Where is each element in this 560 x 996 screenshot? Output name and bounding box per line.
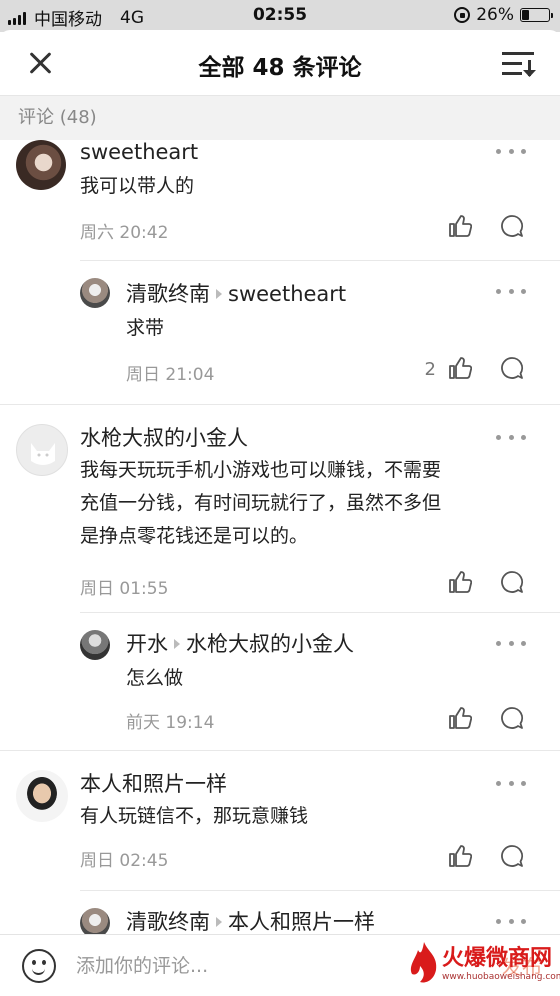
comment-text-line: 我每天玩玩手机小游戏也可以赚钱，不需要 (80, 459, 442, 481)
comment-item: sweetheart 我可以带人的 周六 20:42 (0, 120, 560, 276)
thumbs-up-icon (449, 845, 473, 867)
reply-author[interactable]: 清歌终南 (126, 282, 210, 306)
avatar[interactable] (80, 278, 110, 308)
reply-bubble-icon (501, 215, 523, 237)
reply-item: 清歌终南 sweetheart 求带 周日 21:04 2 (0, 260, 560, 400)
reply-bubble-icon (501, 357, 523, 379)
like-button[interactable] (448, 706, 473, 730)
like-button[interactable] (448, 844, 473, 868)
reply-text: 求带 (126, 317, 165, 339)
comment-username[interactable]: 本人和照片一样 (80, 768, 227, 798)
status-right: 26% (454, 5, 553, 25)
comment-time: 周日 02:45 (80, 851, 169, 871)
reply-bubble-icon (501, 845, 523, 867)
reply-target[interactable]: sweetheart (228, 282, 346, 306)
comment-username[interactable]: sweetheart (80, 140, 198, 164)
reply-arrow-icon (216, 289, 222, 299)
reply-target[interactable]: 水枪大叔的小金人 (186, 632, 354, 656)
reply-target[interactable]: 本人和照片一样 (228, 910, 375, 934)
reply-button[interactable] (500, 844, 524, 868)
emoji-button[interactable] (22, 949, 56, 983)
orientation-lock-icon (454, 7, 471, 23)
reply-time: 周日 21:04 (126, 365, 215, 385)
reply-bubble-icon (501, 707, 523, 729)
comment-time: 周六 20:42 (80, 223, 169, 243)
thumbs-up-icon (449, 571, 473, 593)
reply-button[interactable] (500, 356, 524, 380)
more-options-button[interactable] (496, 289, 526, 299)
status-bar: 中国移动 4G 02:55 26% (0, 0, 560, 32)
reply-arrow-icon (216, 917, 222, 927)
sort-icon (502, 52, 536, 77)
comment-text: 我可以带人的 (80, 175, 195, 197)
comment-item: 水枪大叔的小金人 我每天玩玩手机小游戏也可以赚钱，不需要 充值一分钱，有时间玩就… (0, 404, 560, 613)
thumbs-up-icon (449, 215, 473, 237)
thumbs-up-icon (449, 357, 473, 379)
more-options-button[interactable] (496, 781, 526, 791)
comment-text: 有人玩链信不，那玩意赚钱 (80, 805, 309, 827)
more-options-button[interactable] (496, 919, 526, 929)
comment-text: 我每天玩玩手机小游戏也可以赚钱，不需要 充值一分钱，有时间玩就行了，虽然不多但 … (80, 454, 540, 553)
reply-button[interactable] (500, 570, 524, 594)
comment-text-line: 充值一分钱，有时间玩就行了，虽然不多但 (80, 492, 442, 514)
default-avatar-icon (31, 443, 55, 465)
avatar[interactable] (16, 140, 66, 190)
reply-username[interactable]: 开水 水枪大叔的小金人 (126, 628, 354, 658)
like-button[interactable] (448, 356, 473, 380)
comment-username[interactable]: 水枪大叔的小金人 (80, 422, 248, 452)
avatar[interactable] (16, 424, 68, 476)
battery-icon (520, 8, 553, 22)
avatar[interactable] (16, 770, 68, 822)
like-button[interactable] (448, 570, 473, 594)
reply-username[interactable]: 清歌终南 sweetheart (126, 278, 346, 308)
reply-button[interactable] (500, 706, 524, 730)
reply-author[interactable]: 开水 (126, 632, 168, 656)
battery-fill (522, 10, 529, 20)
comment-input-bar: 发布 (0, 934, 560, 996)
reply-author[interactable]: 清歌终南 (126, 910, 210, 934)
more-options-button[interactable] (496, 641, 526, 651)
page-title: 全部 48 条评论 (198, 55, 362, 81)
reply-button[interactable] (500, 214, 524, 238)
reply-time: 前天 19:14 (126, 713, 215, 733)
comments-sheet: 全部 48 条评论 评论 (48) sweetheart 我可以带人的 周六 2… (0, 30, 560, 996)
comment-item: 本人和照片一样 有人玩链信不，那玩意赚钱 周日 02:45 (0, 750, 560, 891)
like-count: 2 (424, 359, 436, 380)
more-options-button[interactable] (496, 435, 526, 445)
comment-input[interactable] (76, 947, 436, 985)
comment-text-line: 是挣点零花钱还是可以的。 (80, 525, 309, 547)
reply-item: 开水 水枪大叔的小金人 怎么做 前天 19:14 (0, 612, 560, 750)
avatar[interactable] (80, 630, 110, 660)
more-options-button[interactable] (496, 149, 526, 159)
reply-text: 怎么做 (126, 667, 184, 689)
sheet-header: 全部 48 条评论 (0, 30, 560, 96)
reply-bubble-icon (501, 571, 523, 593)
battery-percent: 26% (476, 5, 514, 25)
reply-username[interactable]: 清歌终南 本人和照片一样 (126, 906, 375, 936)
sort-button[interactable] (502, 50, 536, 78)
comment-time: 周日 01:55 (80, 579, 169, 599)
send-button[interactable]: 发布 (502, 951, 542, 980)
thumbs-up-icon (449, 707, 473, 729)
reply-arrow-icon (174, 639, 180, 649)
like-button[interactable] (448, 214, 473, 238)
